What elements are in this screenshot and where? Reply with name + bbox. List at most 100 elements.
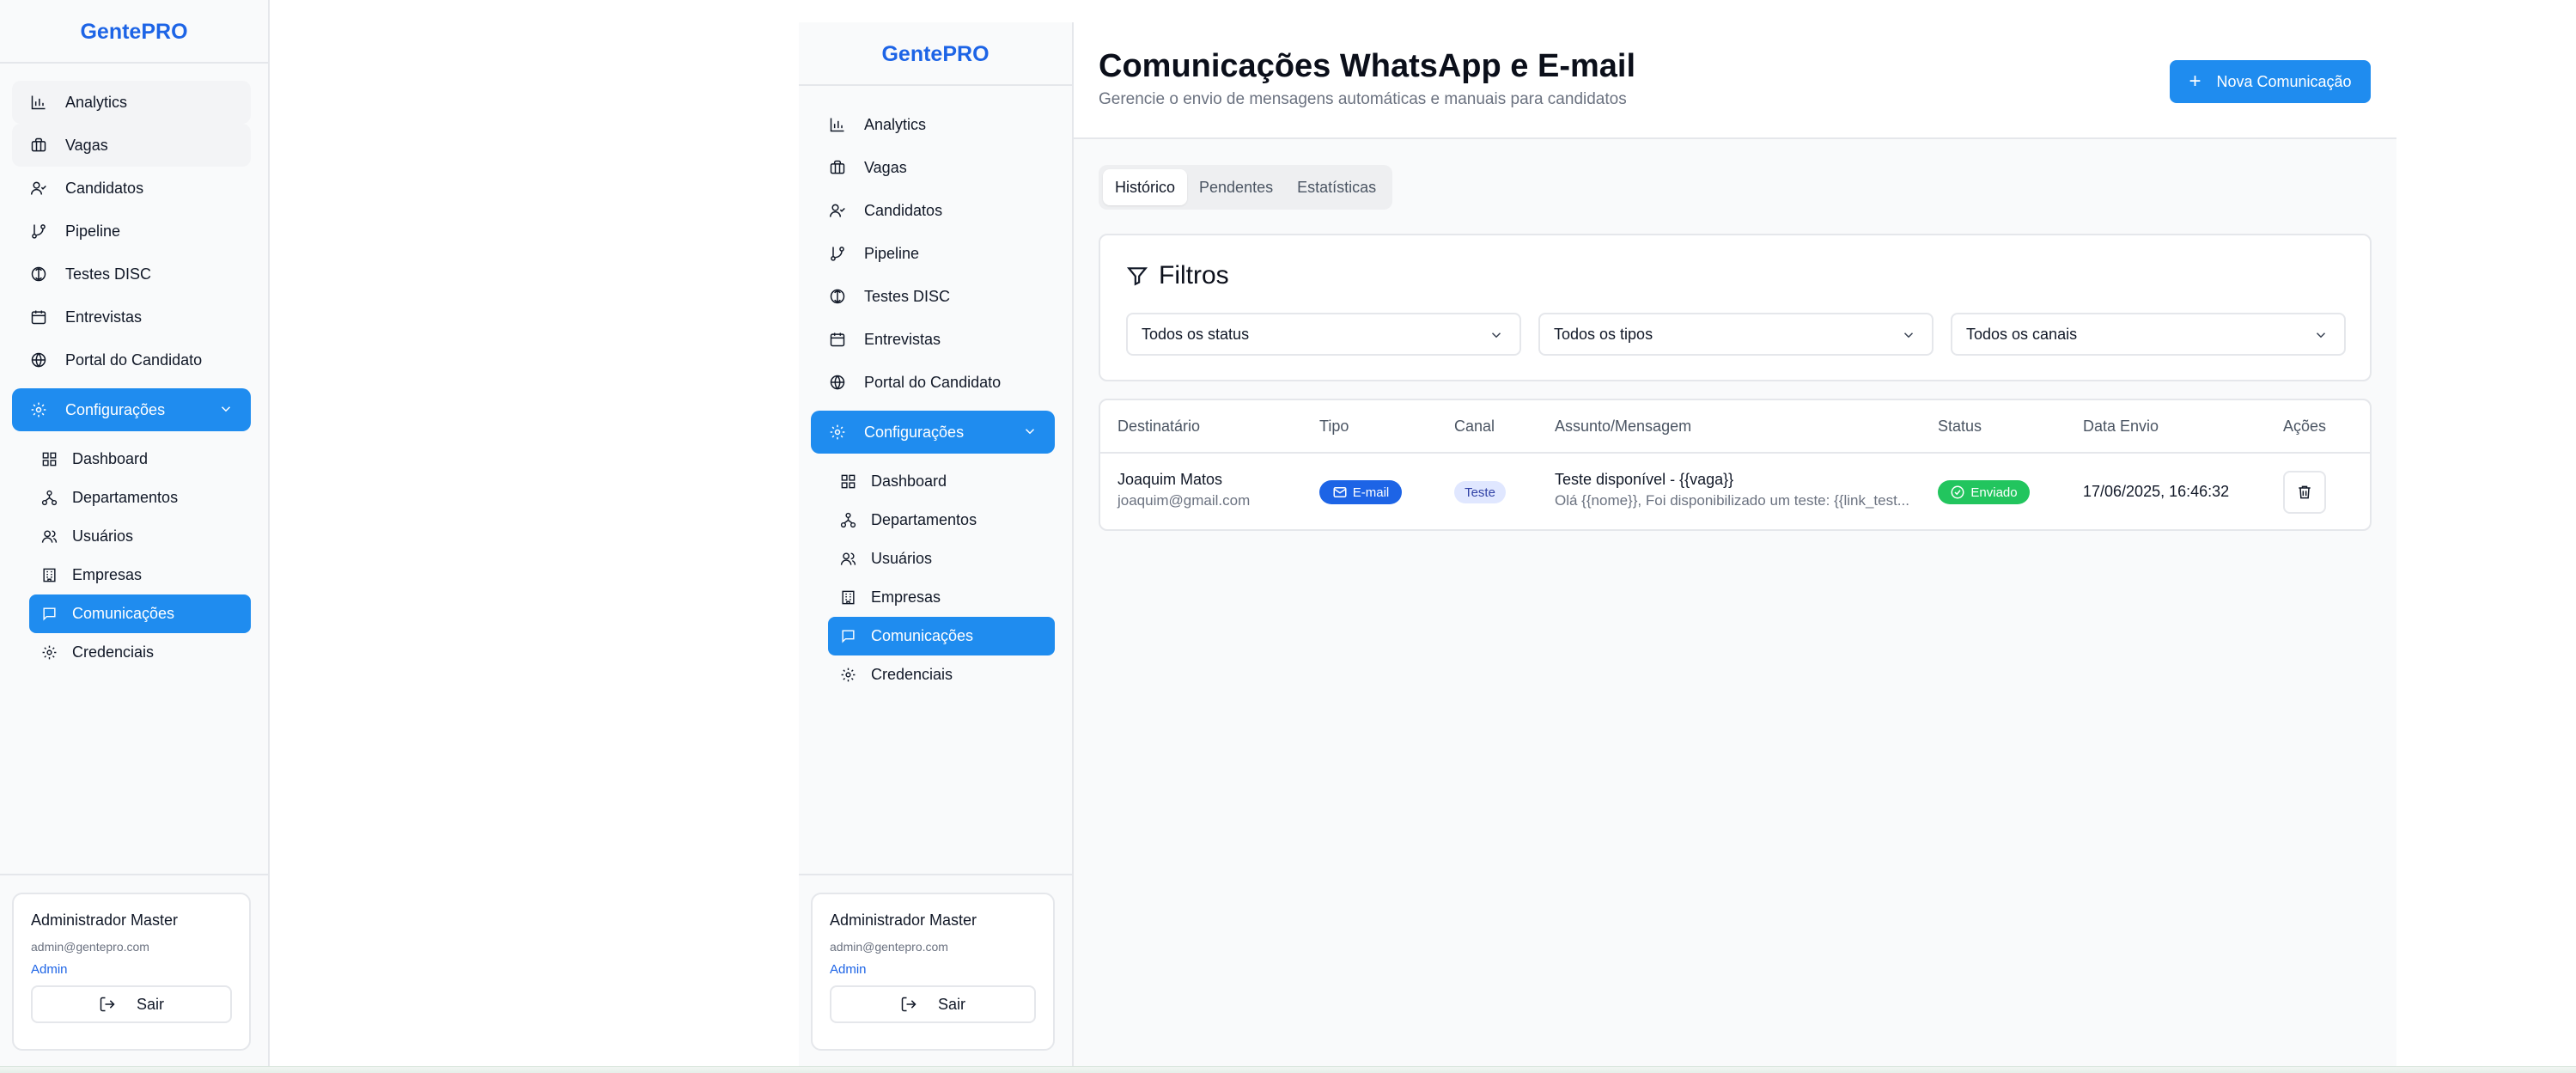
bar-chart-icon <box>29 93 48 112</box>
logout-button[interactable]: Sair <box>830 985 1036 1023</box>
recipient-email: joaquim@gmail.com <box>1117 492 1251 509</box>
main-nav: Analytics Vagas Candidatos Pipeline Test… <box>0 64 268 672</box>
nav-item-label: Configurações <box>65 400 166 418</box>
sub-item-departamentos[interactable]: Departamentos <box>29 479 251 517</box>
sub-item-empresas[interactable]: Empresas <box>828 578 1055 617</box>
page-title: Comunicações WhatsApp e E-mail <box>1099 48 1636 84</box>
chevron-down-icon <box>2313 327 2329 347</box>
recipient-name: Joaquim Matos <box>1117 471 1223 488</box>
chevron-down-icon <box>218 401 234 417</box>
nav-item-candidatos[interactable]: Candidatos <box>811 189 1055 232</box>
status-filter-value: Todos os status <box>1142 325 1250 343</box>
user-card: Administrador Master admin@gentepro.com … <box>811 893 1055 1051</box>
column-header: Destinatário <box>1117 418 1201 435</box>
nav-item-vagas[interactable]: Vagas <box>12 124 251 167</box>
user-name: Administrador Master <box>31 911 179 929</box>
building-icon <box>41 567 58 584</box>
sub-item-credenciais[interactable]: Credenciais <box>29 633 251 672</box>
nav-item-pipeline[interactable]: Pipeline <box>12 210 251 253</box>
type-filter-select[interactable]: Todos os tipos <box>1538 313 1934 356</box>
filter-icon <box>1126 267 1148 286</box>
mail-icon <box>1333 487 1347 497</box>
communications-table: Destinatário Tipo Canal Assunto/Mensagem… <box>1099 399 2372 531</box>
sub-item-usuarios[interactable]: Usuários <box>828 540 1055 578</box>
bar-chart-icon <box>828 115 847 134</box>
sub-item-departamentos[interactable]: Departamentos <box>828 501 1055 540</box>
nav-item-label: Entrevistas <box>864 330 941 348</box>
filters-card: Filtros Todos os status Todos os tipos T… <box>1099 234 2372 381</box>
sub-item-dashboard[interactable]: Dashboard <box>29 440 251 479</box>
tab-pendentes[interactable]: Pendentes <box>1187 169 1285 205</box>
sub-item-label: Credenciais <box>871 666 953 683</box>
disc-icon <box>828 287 847 306</box>
sub-item-dashboard[interactable]: Dashboard <box>828 462 1055 501</box>
new-communication-button[interactable]: + Nova Comunicação <box>2170 60 2371 103</box>
sub-item-comunicacoes[interactable]: Comunicações <box>828 617 1055 655</box>
page-header: Comunicações WhatsApp e E-mail Gerencie … <box>1074 22 2396 139</box>
users-icon <box>41 528 58 546</box>
briefcase-icon <box>828 158 847 177</box>
channel-filter-select[interactable]: Todos os canais <box>1951 313 2346 356</box>
sub-item-empresas[interactable]: Empresas <box>29 556 251 594</box>
nav-item-label: Entrevistas <box>65 308 143 326</box>
trash-icon <box>2299 485 2311 499</box>
message-icon <box>840 628 857 645</box>
sub-item-label: Departamentos <box>871 511 977 528</box>
logout-button[interactable]: Sair <box>31 985 232 1023</box>
user-check-icon <box>29 179 48 198</box>
sub-item-usuarios[interactable]: Usuários <box>29 517 251 556</box>
sidebar-app: GentePRO Analytics Vagas Candidatos Pipe… <box>799 22 1074 1066</box>
filters-heading: Filtros <box>1126 261 1229 290</box>
sub-item-credenciais[interactable]: Credenciais <box>828 655 1055 694</box>
git-branch-icon <box>828 244 847 263</box>
sub-item-label: Comunicações <box>72 605 175 622</box>
column-header: Canal <box>1454 418 1495 435</box>
nav-item-pipeline[interactable]: Pipeline <box>811 232 1055 275</box>
tab-estatisticas[interactable]: Estatísticas <box>1285 169 1388 205</box>
user-email: admin@gentepro.com <box>830 940 948 954</box>
sub-item-label: Dashboard <box>72 450 149 467</box>
nav-item-label: Pipeline <box>864 244 920 262</box>
nav-item-candidatos[interactable]: Candidatos <box>12 167 251 210</box>
nav-item-label: Analytics <box>864 115 927 133</box>
sub-item-comunicacoes[interactable]: Comunicações <box>29 594 251 633</box>
nav-item-label: Portal do Candidato <box>864 373 1002 391</box>
nav-item-portal[interactable]: Portal do Candidato <box>12 338 251 381</box>
briefcase-icon <box>29 136 48 155</box>
type-badge: E-mail <box>1319 480 1402 504</box>
brand-logo[interactable]: GentePRO <box>799 22 1072 86</box>
main-content: Comunicações WhatsApp e E-mail Gerencie … <box>1074 22 2396 1066</box>
nav-item-entrevistas[interactable]: Entrevistas <box>811 318 1055 361</box>
gear-icon <box>41 644 58 661</box>
nav-item-analytics[interactable]: Analytics <box>12 81 251 124</box>
chevron-down-icon <box>1901 327 1916 347</box>
nav-item-configuracoes[interactable]: Configurações <box>12 388 251 431</box>
nav-item-configuracoes[interactable]: Configurações <box>811 411 1055 454</box>
type-label: E-mail <box>1352 485 1390 500</box>
status-filter-select[interactable]: Todos os status <box>1126 313 1521 356</box>
user-card: Administrador Master admin@gentepro.com … <box>12 893 251 1051</box>
message-preview: Olá {{nome}}, Foi disponibilizado um tes… <box>1555 492 1909 509</box>
gear-icon <box>828 423 847 442</box>
nav-item-analytics[interactable]: Analytics <box>811 103 1055 146</box>
nav-item-vagas[interactable]: Vagas <box>811 146 1055 189</box>
network-icon <box>41 490 58 507</box>
nav-item-label: Candidatos <box>864 201 943 219</box>
brand-logo[interactable]: GentePRO <box>0 0 268 64</box>
nav-item-testes-disc[interactable]: Testes DISC <box>811 275 1055 318</box>
building-icon <box>840 589 857 607</box>
nav-item-label: Testes DISC <box>864 287 951 305</box>
delete-button[interactable] <box>2283 471 2326 514</box>
sub-item-label: Credenciais <box>72 643 155 661</box>
nav-item-testes-disc[interactable]: Testes DISC <box>12 253 251 296</box>
nav-item-entrevistas[interactable]: Entrevistas <box>12 296 251 338</box>
user-name: Administrador Master <box>830 911 977 929</box>
calendar-icon <box>29 308 48 326</box>
tab-historico[interactable]: Histórico <box>1103 169 1188 205</box>
table-header: Destinatário Tipo Canal Assunto/Mensagem… <box>1100 400 2370 454</box>
nav-item-portal[interactable]: Portal do Candidato <box>811 361 1055 404</box>
column-header: Status <box>1938 418 1982 435</box>
nav-item-label: Configurações <box>864 423 965 441</box>
window-bottom-edge <box>0 1066 2576 1073</box>
column-header: Tipo <box>1319 418 1349 435</box>
